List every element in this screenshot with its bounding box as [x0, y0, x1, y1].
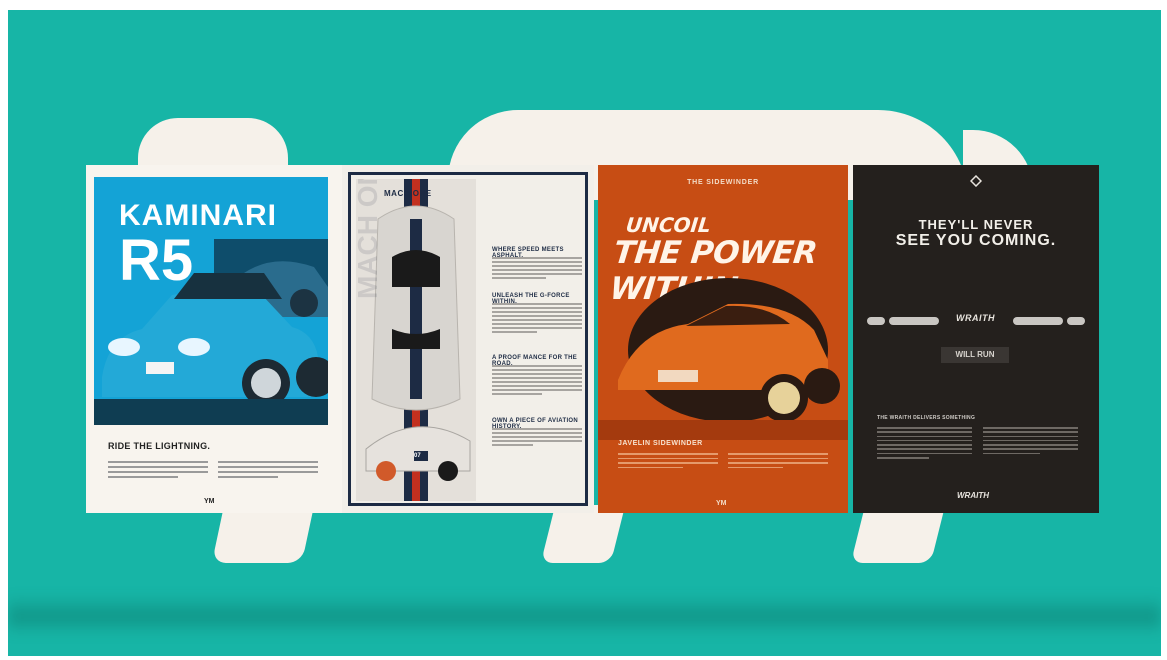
- wraith-bar-right-1: [1013, 317, 1063, 325]
- bg-shape-bottom-left: [211, 505, 315, 563]
- kaminari-artwork: KAMINARI R5: [94, 177, 328, 425]
- wraith-body-col2: [983, 427, 1078, 457]
- mach-vertical-text: MACH ONE: [356, 179, 383, 299]
- mach-section-1-body: [492, 257, 582, 281]
- wraith-bar-left-2: [889, 317, 939, 325]
- kaminari-subhead: RIDE THE LIGHTNING.: [108, 441, 211, 451]
- sidewinder-car-illustration: [598, 278, 848, 440]
- bg-shape-bottom-mid: [540, 505, 626, 563]
- mach-section-4-body: [492, 428, 582, 448]
- kaminari-body-col2: [218, 461, 318, 481]
- sidewinder-model-name: JAVELIN SIDEWINDER: [618, 440, 703, 447]
- wraith-subhead: THE WRAITH DELIVERS SOMETHING: [877, 415, 976, 421]
- mach-brand: MACH ONE: [384, 189, 432, 198]
- sidewinder-footer-logo: YM: [716, 500, 727, 507]
- sidewinder-body-col2: [728, 453, 828, 471]
- kaminari-footer-logo: YM: [204, 498, 215, 505]
- mach-section-3-body: [492, 365, 582, 397]
- wraith-body-col1: [877, 427, 972, 461]
- wraith-headline-line1: THEY'LL NEVER: [918, 217, 1034, 232]
- sidewinder-headline-line1: UNCOIL: [624, 213, 713, 237]
- sidewinder-body-col1: [618, 453, 718, 471]
- wraith-footer-logo: WRAITH: [957, 491, 989, 500]
- wraith-bar-right-2: [1067, 317, 1085, 325]
- kaminari-body-col1: [108, 461, 208, 481]
- bg-shape-bottom-right: [850, 505, 946, 563]
- poster-wraith: THEY'LL NEVER SEE YOU COMING. WRAITH WIL…: [853, 165, 1099, 513]
- floor-shadow: [8, 595, 1161, 635]
- diamond-logo-icon: [970, 175, 982, 187]
- showcase-stage: KAMINARI R5 RIDE THE LIGHTNING. YM MACH …: [8, 10, 1161, 656]
- kaminari-car-illustration: [94, 239, 328, 425]
- poster-kaminari: KAMINARI R5 RIDE THE LIGHTNING. YM: [86, 165, 342, 513]
- wraith-logo: WRAITH: [956, 313, 995, 323]
- mach-car-number: 07: [414, 453, 421, 459]
- mach-artwork: MACH ONE 07: [356, 179, 476, 501]
- sidewinder-top-label: THE SIDEWINDER: [687, 179, 759, 186]
- poster-sidewinder: THE SIDEWINDER UNCOIL THE POWER WITHIN. …: [598, 165, 848, 513]
- wraith-headline-line2: SEE YOU COMING.: [895, 232, 1057, 249]
- wraith-bar-left-1: [867, 317, 885, 325]
- mach-section-2-body: [492, 303, 582, 335]
- poster-mach-one: MACH ONE 07 MACH ONE WHERE SPEED MEETS A…: [342, 165, 594, 513]
- will-run-button[interactable]: WILL RUN: [941, 347, 1009, 363]
